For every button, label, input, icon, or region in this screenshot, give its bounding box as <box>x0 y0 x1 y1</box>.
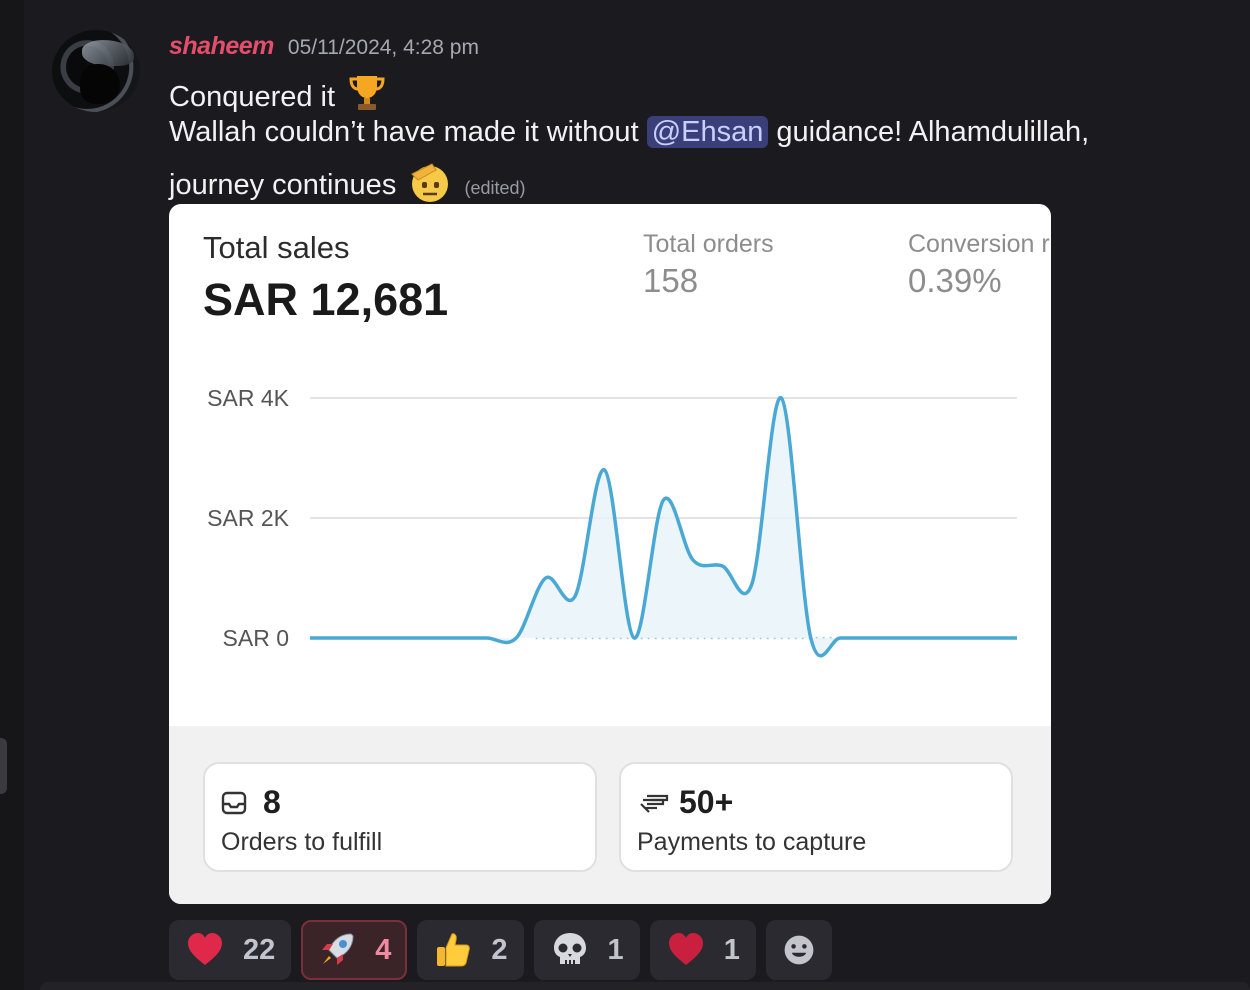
payments-to-capture-card[interactable]: 50+ Payments to capture <box>619 762 1013 872</box>
reaction-thumbs-up[interactable]: 2 <box>417 920 524 980</box>
reaction-rocket[interactable]: 4 <box>301 920 408 980</box>
total-orders-value: 158 <box>643 262 699 299</box>
orders-to-fulfill-value: 8 <box>263 784 281 820</box>
reaction-heart[interactable]: 22 <box>169 920 292 980</box>
message-text-2a: Wallah couldn’t have made it without <box>169 116 639 148</box>
thumbs-up-icon <box>437 933 471 967</box>
smiley-icon <box>784 935 814 965</box>
conversion-label: Conversion r <box>908 230 1050 258</box>
series-area <box>310 397 1017 656</box>
message-text-2b: guidance! Alhamdulillah, <box>776 116 1090 148</box>
heart-icon <box>188 933 222 965</box>
trophy-icon <box>349 76 385 110</box>
avatar-figure <box>80 64 120 104</box>
avatar[interactable] <box>52 30 140 112</box>
reaction-count: 22 <box>243 933 276 966</box>
message-line-1: Conquered it <box>169 72 387 114</box>
unread-indicator <box>0 738 7 794</box>
orders-to-fulfill-label: Orders to fulfill <box>221 828 383 856</box>
message-header: shaheem 05/11/2024, 4:28 pm <box>169 32 479 64</box>
cash-icon <box>640 794 669 813</box>
composer-edge <box>40 982 1250 990</box>
user-mention[interactable]: @Ehsan <box>646 116 769 148</box>
screenshot-card[interactable]: Total sales SAR 12,681 Total orders 158 … <box>169 204 1051 904</box>
edited-label: (edited) <box>464 178 526 198</box>
reactions-bar: 22 4 2 1 1 <box>169 920 832 980</box>
timestamp[interactable]: 05/11/2024, 4:28 pm <box>288 36 479 60</box>
rocket-icon <box>322 933 354 965</box>
message-line-3: journey continues (edited) <box>169 160 525 204</box>
message-line-2: Wallah couldn’t have made it without @Eh… <box>169 116 1089 149</box>
total-sales-label: Total sales <box>203 230 350 265</box>
username[interactable]: shaheem <box>169 32 274 61</box>
total-orders-label: Total orders <box>643 230 774 258</box>
avatar-sheen <box>82 40 134 66</box>
y-tick-label: SAR 0 <box>223 625 289 651</box>
total-sales-value: SAR 12,681 <box>203 274 449 325</box>
message-text-3: journey continues <box>169 169 397 201</box>
reaction-heart-2[interactable]: 1 <box>649 920 756 980</box>
conversion-value: 0.39% <box>908 262 1002 299</box>
reaction-skull[interactable]: 1 <box>533 920 640 980</box>
payments-to-capture-label: Payments to capture <box>637 828 867 856</box>
reaction-count: 1 <box>723 933 740 966</box>
reaction-count: 1 <box>607 933 624 966</box>
sales-chart: SAR 4K SAR 2K SAR 0 <box>207 385 1017 658</box>
skull-icon <box>553 933 586 964</box>
reaction-count: 2 <box>491 933 508 966</box>
y-tick-label: SAR 2K <box>207 505 289 531</box>
y-tick-label: SAR 4K <box>207 385 289 411</box>
inbox-icon <box>221 791 247 815</box>
server-rail <box>0 0 24 990</box>
saluting-face-icon <box>411 163 449 202</box>
payments-to-capture-value: 50+ <box>679 784 734 820</box>
add-reaction-button[interactable] <box>765 920 832 980</box>
message-text-1: Conquered it <box>169 81 336 113</box>
heart-icon <box>668 933 703 965</box>
reaction-count: 4 <box>375 933 392 966</box>
orders-to-fulfill-card[interactable]: 8 Orders to fulfill <box>203 762 597 872</box>
